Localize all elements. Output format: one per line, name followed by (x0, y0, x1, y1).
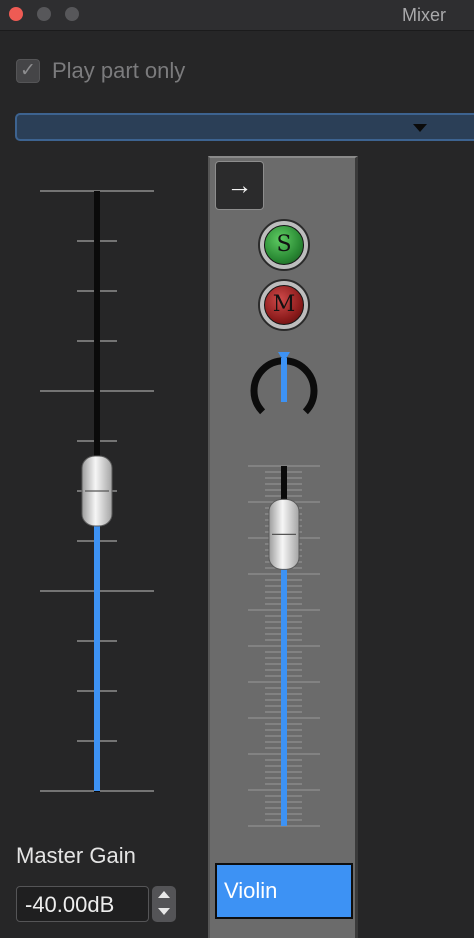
chevron-up-icon (158, 891, 170, 898)
play-part-only-checkbox[interactable]: ✓ (16, 59, 40, 83)
mute-button[interactable]: M (258, 279, 310, 331)
master-fader-level-fill (94, 491, 100, 791)
track-name-label[interactable]: Violin (215, 863, 353, 919)
route-arrow-button[interactable]: → (215, 161, 264, 210)
minimize-window-button[interactable] (37, 7, 51, 21)
gain-increment-button[interactable] (152, 886, 176, 904)
checkmark-icon: ✓ (20, 60, 36, 81)
part-select-dropdown[interactable] (15, 113, 474, 141)
master-gain-fader[interactable] (0, 150, 200, 810)
play-part-only-label: Play part only (52, 58, 186, 83)
chevron-down-icon (413, 124, 427, 132)
pan-knob[interactable] (246, 348, 322, 428)
master-fader-handle[interactable] (81, 455, 113, 527)
arrow-right-icon: → (226, 170, 253, 200)
channel-fader-level-fill (281, 534, 287, 826)
solo-button[interactable]: S (258, 219, 310, 271)
master-gain-stepper[interactable] (152, 886, 176, 922)
master-gain-field[interactable]: -40.00dB (16, 886, 149, 922)
gain-decrement-button[interactable] (152, 904, 176, 922)
master-gain-value: -40.00dB (25, 892, 115, 917)
channel-strip: → S M Violin (208, 156, 358, 938)
close-window-button[interactable] (9, 7, 23, 21)
track-name: Violin (224, 878, 278, 903)
solo-button-label: S (264, 225, 304, 265)
master-gain-label: Master Gain (16, 843, 136, 868)
window-title: Mixer (402, 5, 446, 25)
chevron-down-icon (158, 908, 170, 915)
title-bar: Mixer (0, 0, 474, 31)
maximize-window-button[interactable] (65, 7, 79, 21)
channel-fader-handle[interactable] (268, 498, 300, 570)
mute-button-label: M (264, 285, 304, 325)
channel-volume-fader[interactable] (210, 454, 360, 834)
